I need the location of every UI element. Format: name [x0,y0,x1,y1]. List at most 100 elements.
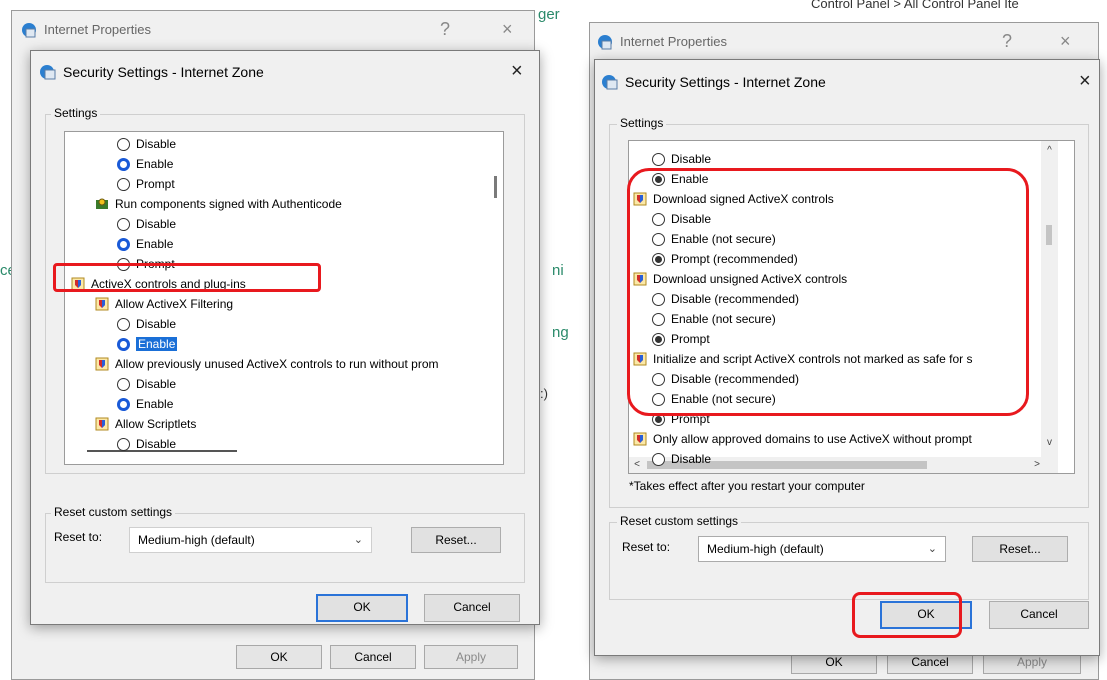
radio-button[interactable] [652,152,665,166]
background-text: ng [552,324,569,341]
radio-option[interactable]: Enable [117,334,178,354]
window-title: Internet Properties [44,22,151,37]
row-label: Disable [671,152,712,166]
settings-list[interactable]: Disable Enable Prompt Run components signed… [64,131,504,465]
annotation-highlight-box [53,263,321,292]
radio-button[interactable] [117,397,130,411]
radio-option[interactable]: Disable [117,374,176,394]
row-label: Enable [136,337,178,351]
radio-option[interactable]: Enable [117,394,173,414]
radio-button[interactable] [117,217,130,231]
internet-properties-icon [598,35,612,50]
settings-label: Settings [617,116,667,130]
radio-option[interactable]: Disable [117,134,176,154]
shield-icon [95,417,109,431]
row-label: Allow Scriptlets [115,417,197,431]
row-label: Run components signed with Authenticode [115,197,342,211]
row-label: Enable [136,157,174,171]
setting-row: Allow previously unused ActiveX controls… [95,354,439,374]
reset-button[interactable]: Reset... [972,536,1068,562]
dialog-title: Security Settings - Internet Zone [625,74,826,90]
right-screenshot: Control Panel > All Control Panel Ite In… [575,0,1107,680]
row-label: Allow previously unused ActiveX controls… [115,357,439,371]
reset-level-select[interactable]: Medium-high (default) ⌄ [698,536,946,562]
radio-option[interactable]: Disable [117,214,176,234]
radio-button[interactable] [117,137,130,151]
reset-button[interactable]: Reset... [411,527,501,553]
ok-button[interactable]: OK [316,594,408,622]
row-label: Disable [136,437,177,451]
scroll-right-icon[interactable]: > [1031,459,1043,470]
close-icon[interactable]: × [511,60,523,83]
row-label: Allow ActiveX Filtering [115,297,234,311]
background-text: :) [540,386,548,401]
shield-icon [95,357,109,371]
background-text: ni [552,262,564,279]
setting-row: Allow ActiveX Filtering [95,294,233,314]
settings-label: Settings [51,106,101,120]
radio-button[interactable] [117,317,130,331]
radio-option[interactable]: Prompt [117,174,175,194]
restart-note: *Takes effect after you restart your com… [629,479,865,493]
row-label: Disable [136,217,177,231]
radio-option[interactable]: Enable [117,234,173,254]
bg-cancel-button[interactable]: Cancel [330,645,416,669]
help-button[interactable]: ? [440,19,450,40]
left-screenshot: ger ce ni ng :) Internet Properties ? × … [0,0,572,680]
address-breadcrumb: Control Panel > All Control Panel Ite [811,0,1019,11]
row-label: Enable [136,237,174,251]
window-title: Internet Properties [620,34,727,49]
reset-level-value: Medium-high (default) [138,533,255,547]
radio-button[interactable] [117,237,130,251]
radio-option[interactable]: Disable [117,434,176,454]
scroll-up-icon[interactable]: ^ [1041,145,1058,156]
chevron-down-icon: ⌄ [353,534,363,546]
scroll-down-icon[interactable]: v [1041,437,1058,448]
shield-icon [95,297,109,311]
row-label: Only allow approved domains to use Activ… [653,432,972,446]
radio-option[interactable]: Disable [117,314,176,334]
chevron-down-icon: ⌄ [927,543,937,555]
internet-properties-icon [22,23,36,38]
reset-to-label: Reset to: [54,530,103,544]
radio-option[interactable]: Disable [652,449,711,469]
security-settings-dialog: Security Settings - Internet Zone × Sett… [30,50,540,625]
radio-button[interactable] [117,337,130,351]
vertical-scrollbar[interactable]: ^ v [1041,141,1058,457]
reset-level-value: Medium-high (default) [707,542,824,556]
bg-ok-button[interactable]: OK [236,645,322,669]
security-settings-icon [40,65,56,80]
close-button[interactable]: × [1060,31,1071,52]
bg-apply-button: Apply [424,645,518,669]
radio-option[interactable]: Enable [117,154,173,174]
radio-option[interactable]: Disable [652,149,711,169]
radio-button[interactable] [117,437,130,451]
radio-button[interactable] [652,452,665,466]
vertical-scrollbar[interactable] [488,132,503,464]
cancel-button[interactable]: Cancel [424,594,520,622]
security-settings-icon [602,75,618,90]
dialog-title: Security Settings - Internet Zone [63,64,264,80]
radio-button[interactable] [117,377,130,391]
row-label: Disable [671,452,712,466]
row-label: Disable [136,137,177,151]
radio-button[interactable] [117,177,130,191]
scroll-left-icon[interactable]: < [631,459,643,470]
close-button[interactable]: × [502,19,513,40]
reset-group-label: Reset custom settings [617,514,742,528]
annotation-highlight-box [627,168,1029,416]
reset-group-label: Reset custom settings [51,505,176,519]
reset-level-select[interactable]: Medium-high (default) ⌄ [129,527,372,553]
radio-button[interactable] [117,157,130,171]
explorer-strip: Control Panel > All Control Panel Ite [575,0,1107,14]
cancel-button[interactable]: Cancel [989,601,1089,629]
close-icon[interactable]: × [1079,70,1091,93]
scroll-thumb[interactable] [494,176,497,198]
help-button[interactable]: ? [1002,31,1012,52]
reset-to-label: Reset to: [622,540,671,554]
scroll-thumb[interactable] [1046,225,1052,245]
shield-icon [633,432,647,446]
setting-row: Run components signed with Authenticode [95,194,342,214]
background-text: ger [538,6,560,23]
annotation-ok-box [852,592,962,638]
